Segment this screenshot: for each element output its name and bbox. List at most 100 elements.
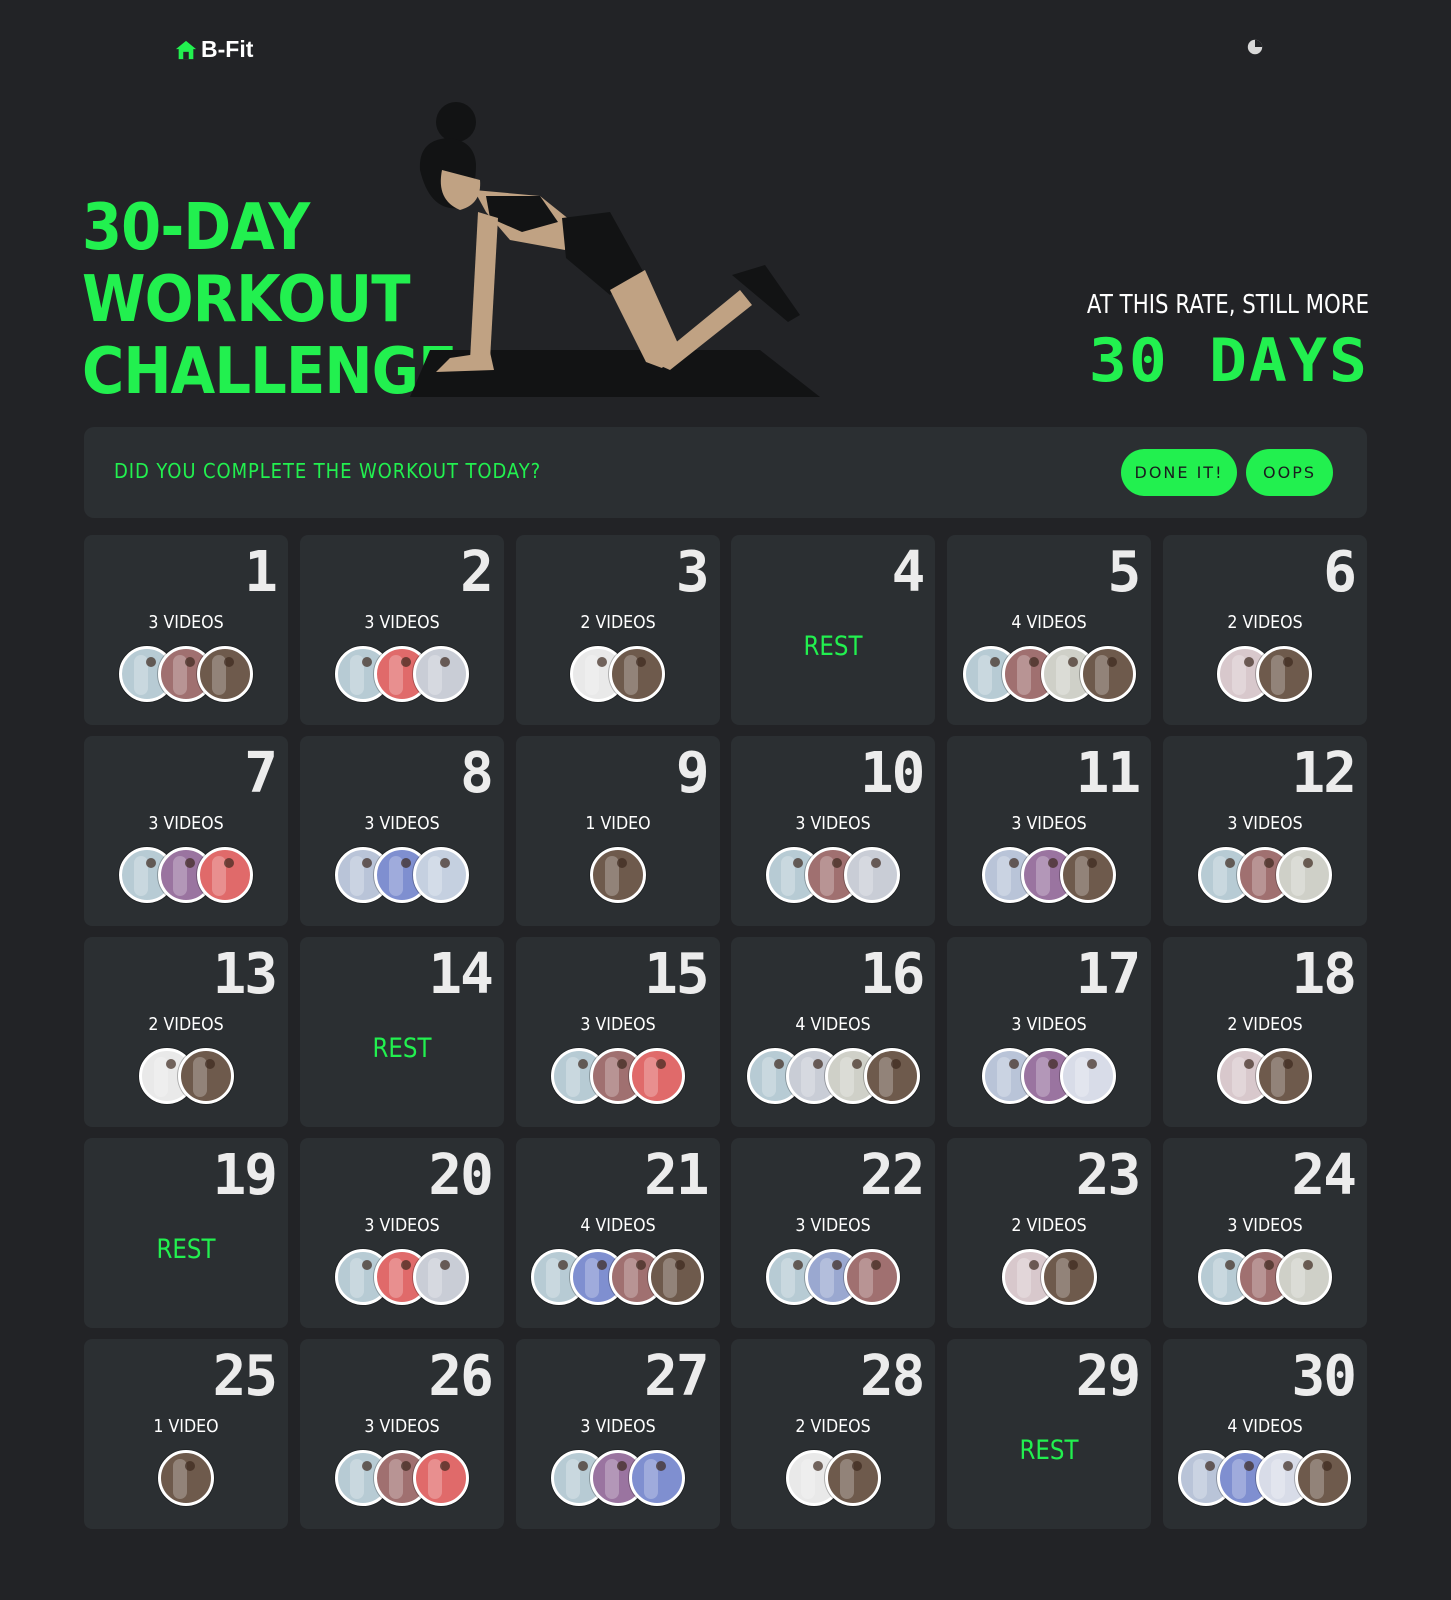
day-card[interactable]: 10 3 VIDEOS (731, 736, 936, 926)
day-card[interactable]: 26 3 VIDEOS (299, 1339, 504, 1529)
day-card[interactable]: 5 4 VIDEOS (947, 535, 1152, 725)
video-thumbnail[interactable] (1079, 646, 1136, 702)
video-thumbnail[interactable] (197, 847, 253, 903)
day-card[interactable]: 25 1 VIDEO (84, 1339, 288, 1529)
video-thumbnail[interactable] (412, 1249, 469, 1305)
day-card[interactable]: 6 2 VIDEOS (1162, 535, 1367, 725)
thumbnail-head (636, 657, 647, 667)
day-card[interactable]: 13 2 VIDEOS (84, 937, 288, 1127)
rest-label: REST (1019, 1435, 1079, 1466)
thumbnail-head (1322, 1461, 1333, 1471)
video-thumbnail[interactable] (197, 646, 253, 702)
video-count: 1 VIDEO (584, 813, 651, 834)
video-thumbnail[interactable] (1275, 847, 1332, 903)
video-thumbnail[interactable] (589, 847, 646, 903)
day-number: 11 (1075, 741, 1141, 806)
top-bar: B-Fit (0, 0, 1451, 100)
day-card[interactable]: 11 3 VIDEOS (947, 736, 1152, 926)
day-card[interactable]: 20 3 VIDEOS (299, 1138, 504, 1328)
thumbnail-head (1302, 1260, 1313, 1270)
day-number: 28 (859, 1344, 925, 1409)
completion-prompt: DID YOU COMPLETE THE WORKOUT TODAY? DONE… (84, 427, 1367, 518)
day-number: 8 (460, 741, 494, 806)
thumbnail-head (400, 657, 411, 667)
video-count: 3 VIDEOS (1227, 813, 1303, 834)
day-card[interactable]: 16 4 VIDEOS (731, 937, 936, 1127)
day-card[interactable]: 1 3 VIDEOS (84, 535, 288, 725)
day-card[interactable]: 3 2 VIDEOS (515, 535, 720, 725)
video-thumbnail[interactable] (844, 1249, 901, 1305)
video-thumbnail[interactable] (1256, 1048, 1313, 1104)
video-thumbnail[interactable] (1060, 1048, 1117, 1104)
video-thumbnail[interactable] (412, 646, 469, 702)
video-count: 3 VIDEOS (364, 813, 440, 834)
day-number: 23 (1075, 1143, 1141, 1208)
thumbnail-head (597, 657, 608, 667)
video-count: 3 VIDEOS (148, 813, 224, 834)
day-card[interactable]: 17 3 VIDEOS (947, 937, 1152, 1127)
done-it-button[interactable]: DONE IT! (1121, 449, 1237, 496)
video-thumbnail[interactable] (177, 1048, 234, 1104)
video-thumbnail[interactable] (1275, 1249, 1332, 1305)
thumbnail-head (1283, 1059, 1294, 1069)
day-card[interactable]: 7 3 VIDEOS (84, 736, 288, 926)
thumbnail-head (1106, 657, 1117, 667)
day-card[interactable]: 8 3 VIDEOS (299, 736, 504, 926)
video-thumbnail[interactable] (1060, 847, 1117, 903)
day-card[interactable]: 28 2 VIDEOS (731, 1339, 936, 1529)
video-thumbnail[interactable] (1256, 646, 1313, 702)
video-thumbnail[interactable] (412, 1450, 469, 1506)
day-number: 17 (1075, 942, 1141, 1007)
day-card[interactable]: 12 3 VIDEOS (1162, 736, 1367, 926)
video-thumbnails (1163, 1450, 1367, 1506)
video-thumbnail[interactable] (628, 1048, 685, 1104)
thumbnail-head (185, 657, 195, 667)
video-thumbnail[interactable] (863, 1048, 920, 1104)
day-number: 22 (859, 1143, 925, 1208)
day-card[interactable]: 19 REST (84, 1138, 288, 1328)
thumbnail-head (1048, 858, 1059, 868)
thumbnail-head (146, 657, 156, 667)
day-card[interactable]: 27 3 VIDEOS (515, 1339, 720, 1529)
video-count: 2 VIDEOS (795, 1416, 872, 1437)
thumbnail-head (1244, 657, 1255, 667)
oops-button[interactable]: OOPS (1246, 449, 1333, 496)
video-thumbnail[interactable] (412, 847, 469, 903)
day-card[interactable]: 2 3 VIDEOS (299, 535, 504, 725)
day-card[interactable]: 9 1 VIDEO (515, 736, 720, 926)
video-count: 4 VIDEOS (1227, 1416, 1303, 1437)
video-thumbnails (300, 646, 504, 702)
video-thumbnail[interactable] (1040, 1249, 1097, 1305)
video-count: 2 VIDEOS (1227, 1014, 1303, 1035)
video-thumbnails (731, 1249, 935, 1305)
day-card[interactable]: 18 2 VIDEOS (1162, 937, 1367, 1127)
day-card[interactable]: 21 4 VIDEOS (515, 1138, 720, 1328)
day-number: 15 (644, 942, 709, 1007)
brand-logo[interactable]: B-Fit (175, 36, 253, 63)
pie-chart-icon[interactable] (1246, 38, 1264, 56)
day-card[interactable]: 14 REST (299, 937, 504, 1127)
thumbnail-head (616, 858, 627, 868)
video-thumbnail[interactable] (648, 1249, 705, 1305)
video-thumbnails (84, 847, 288, 903)
day-number: 14 (428, 942, 493, 1007)
video-thumbnail[interactable] (158, 1450, 214, 1506)
day-card[interactable]: 4 REST (731, 535, 936, 725)
video-count: 2 VIDEOS (1227, 612, 1303, 633)
video-thumbnail[interactable] (1295, 1450, 1352, 1506)
day-card[interactable]: 23 2 VIDEOS (947, 1138, 1152, 1328)
thumbnail-head (616, 1461, 627, 1471)
day-card[interactable]: 30 4 VIDEOS (1162, 1339, 1367, 1529)
day-card[interactable]: 29 REST (947, 1339, 1152, 1529)
day-card[interactable]: 22 3 VIDEOS (731, 1138, 936, 1328)
thumbnail-head (439, 858, 450, 868)
video-thumbnail[interactable] (628, 1450, 685, 1506)
video-thumbnail[interactable] (844, 847, 901, 903)
video-thumbnail[interactable] (609, 646, 666, 702)
completion-question: DID YOU COMPLETE THE WORKOUT TODAY? (114, 459, 542, 483)
day-card[interactable]: 15 3 VIDEOS (515, 937, 720, 1127)
day-card[interactable]: 24 3 VIDEOS (1162, 1138, 1367, 1328)
thumbnail-head (871, 1260, 882, 1270)
thumbnail-head (185, 1461, 195, 1471)
video-thumbnail[interactable] (824, 1450, 881, 1506)
